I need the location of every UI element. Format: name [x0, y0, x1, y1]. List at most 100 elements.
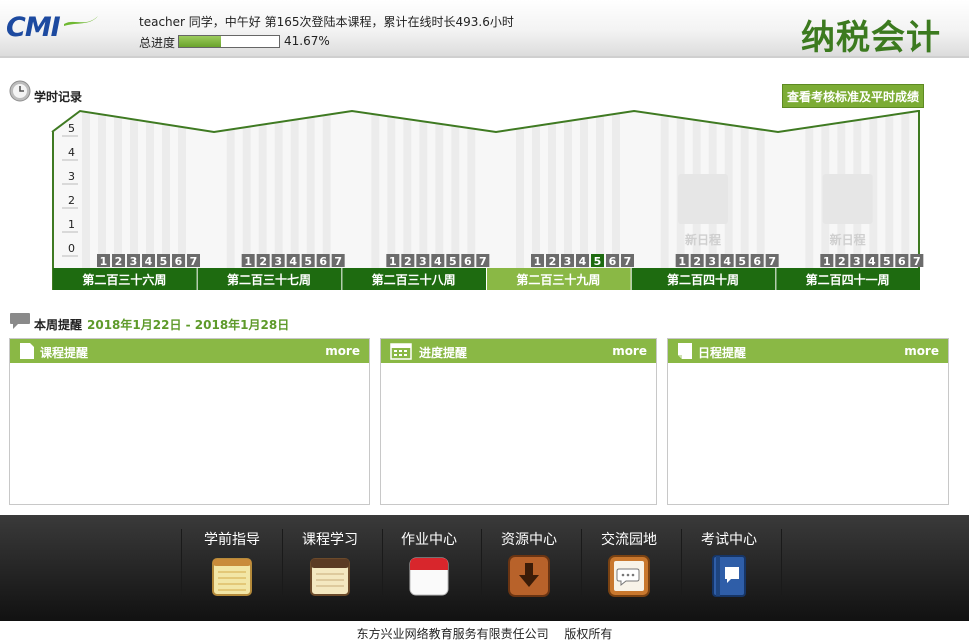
- nav-divider: [781, 529, 782, 595]
- speech-bubble-icon: [10, 313, 30, 329]
- day-number: 4: [289, 255, 297, 268]
- day-number: 4: [145, 255, 153, 268]
- day-number: 7: [913, 255, 921, 268]
- nav-item-forum[interactable]: 交流园地: [579, 529, 679, 615]
- nav-label: 作业中心: [401, 532, 457, 548]
- day-number: 5: [594, 255, 602, 268]
- chart-stripe: [322, 108, 331, 268]
- y-tick-label: 2: [68, 194, 75, 207]
- day-number: 4: [868, 255, 876, 268]
- new-schedule-placeholder-icon: [822, 174, 873, 224]
- logo-text: CMI: [6, 12, 61, 43]
- calendar-red-icon: [409, 557, 449, 596]
- progress-fill: [179, 36, 221, 47]
- y-tick-label: 1: [68, 218, 75, 231]
- chart-stripe: [467, 108, 476, 268]
- nav-label: 课程学习: [302, 532, 358, 548]
- study-record-chart-svg: 543210第二百三十六周1 2 3 4 5 6 7第二百三十七周1 2 3 4 5 6 7第二百三十八…: [51, 108, 924, 290]
- chart-stripe: [580, 108, 588, 268]
- nav-item-resources[interactable]: 资源中心: [479, 529, 579, 615]
- logo-swoosh-icon: [64, 16, 98, 26]
- logo: CMI: [6, 8, 98, 48]
- new-schedule-placeholder-icon: [678, 174, 728, 224]
- chart-stripe: [114, 108, 122, 268]
- panel-title: 课程提醒: [40, 346, 89, 360]
- more-link[interactable]: more: [904, 344, 939, 358]
- nav-label: 交流园地: [601, 532, 657, 548]
- note-icon: [678, 343, 692, 359]
- panel-title: 日程提醒: [698, 346, 747, 360]
- download-icon: [508, 555, 550, 597]
- nav-item-exam[interactable]: 考试中心: [679, 529, 779, 615]
- day-number: 6: [464, 255, 472, 268]
- week-label: 第二百三十九周: [516, 272, 600, 287]
- study-record-title: 学时记录: [34, 90, 83, 104]
- chart-stripe: [740, 108, 749, 268]
- calendar-icon: [390, 343, 412, 360]
- day-number: 5: [160, 255, 168, 268]
- chart-stripe: [885, 108, 894, 268]
- chart-stripe: [596, 108, 604, 268]
- chart-stripe: [290, 108, 299, 268]
- chart-stripe: [564, 108, 572, 268]
- chart-stripe: [178, 108, 186, 268]
- chart-stripe: [660, 108, 669, 268]
- chart-stripe: [130, 108, 138, 268]
- chart-stripe: [387, 108, 396, 268]
- new-schedule-label: 新日程: [830, 232, 866, 247]
- chart-stripe: [242, 108, 251, 268]
- nav-item-pre-study[interactable]: 学前指导: [182, 529, 282, 615]
- day-number: 4: [723, 255, 731, 268]
- chart-stripe: [82, 108, 90, 268]
- day-number: 5: [738, 255, 746, 268]
- day-number: 3: [564, 255, 572, 268]
- chart-stripe: [548, 108, 556, 268]
- course-reminder-panel: 课程提醒 more: [9, 338, 370, 505]
- week-label: 第二百三十六周: [82, 272, 166, 287]
- weekly-date-range: 2018年1月22日 - 2018年1月28日: [87, 318, 290, 332]
- chart-stripe: [306, 108, 315, 268]
- week-label: 第二百三十七周: [227, 272, 311, 287]
- day-number: 2: [693, 255, 701, 268]
- y-tick-label: 5: [68, 122, 75, 135]
- book-icon: [712, 555, 746, 597]
- day-number: 6: [609, 255, 617, 268]
- day-number: 2: [404, 255, 412, 268]
- nav-item-course-study[interactable]: 课程学习: [280, 529, 380, 615]
- chart-stripe: [612, 108, 620, 268]
- new-schedule-label: 新日程: [685, 232, 721, 247]
- chart-stripe: [258, 108, 267, 268]
- more-link[interactable]: more: [325, 344, 360, 358]
- day-number: 6: [319, 255, 327, 268]
- y-tick-label: 4: [68, 146, 75, 159]
- day-number: 1: [244, 255, 252, 268]
- chart-stripe: [403, 108, 412, 268]
- day-number: 3: [130, 255, 138, 268]
- footer-nav: 学前指导 课程学习 作业中心 资源中心 交流园地 考试中心: [0, 515, 969, 621]
- nav-item-homework[interactable]: 作业中心: [379, 529, 479, 615]
- y-tick-label: 3: [68, 170, 75, 183]
- chart-stripe: [756, 108, 765, 268]
- view-assessment-button[interactable]: 查看考核标准及平时成绩: [782, 84, 924, 108]
- day-number: 1: [823, 255, 831, 268]
- nav-label: 考试中心: [701, 532, 757, 548]
- panel-header: 课程提醒 more: [10, 339, 369, 363]
- day-number: 1: [100, 255, 108, 268]
- day-number: 7: [479, 255, 487, 268]
- day-number: 2: [549, 255, 557, 268]
- chat-icon: [608, 555, 650, 597]
- more-link[interactable]: more: [612, 344, 647, 358]
- day-number: 6: [898, 255, 906, 268]
- day-number: 4: [434, 255, 442, 268]
- day-number: 4: [579, 255, 587, 268]
- chart-stripe: [371, 108, 380, 268]
- day-number: 5: [304, 255, 312, 268]
- day-number: 7: [768, 255, 776, 268]
- chart-stripe: [419, 108, 428, 268]
- day-number: 5: [449, 255, 457, 268]
- nav-label: 资源中心: [501, 532, 557, 548]
- weekly-reminder-title: 本周提醒: [34, 318, 83, 332]
- copyright-text: 东方兴业网络教育服务有限责任公司 版权所有: [356, 627, 613, 641]
- chart-stripe: [451, 108, 460, 268]
- day-number: 2: [115, 255, 123, 268]
